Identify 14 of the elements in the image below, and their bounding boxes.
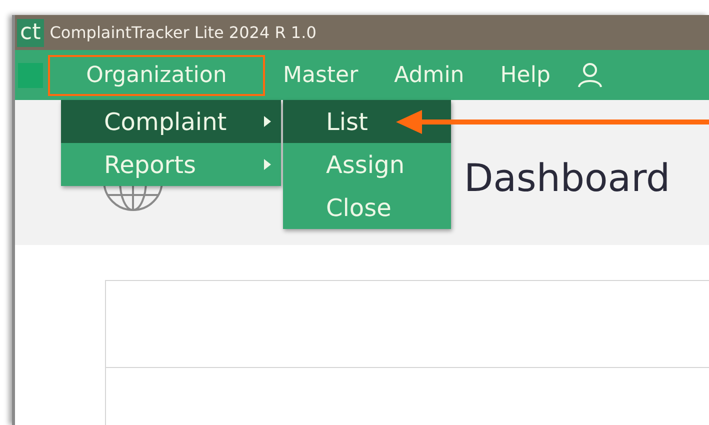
menu-square-icon xyxy=(18,62,43,88)
menu-item[interactable]: Master xyxy=(265,54,376,96)
app-logo: ct xyxy=(17,18,44,46)
menu-item[interactable]: List xyxy=(283,100,451,143)
window-title: ComplaintTracker Lite 2024 R 1.0 xyxy=(50,23,316,42)
menu-item[interactable]: Assign xyxy=(283,143,451,186)
user-icon[interactable] xyxy=(576,61,604,89)
menu-item[interactable]: Close xyxy=(283,186,451,229)
menu-item[interactable]: Reports xyxy=(61,143,281,186)
page-heading: Dashboard xyxy=(464,156,670,200)
menu-item[interactable]: Help xyxy=(482,54,568,96)
menu-item[interactable]: Organization xyxy=(48,54,265,96)
menu-item[interactable]: Complaint xyxy=(61,100,281,143)
menu-item[interactable]: Admin xyxy=(376,54,482,96)
